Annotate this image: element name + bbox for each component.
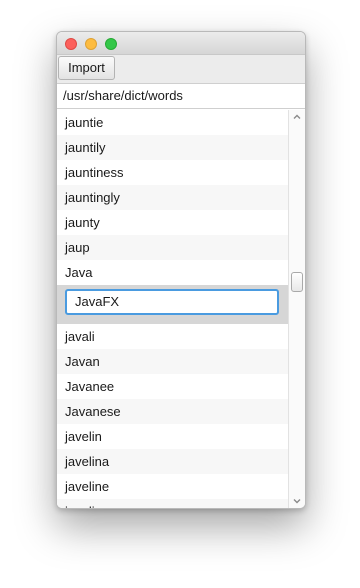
chevron-up-icon[interactable] — [292, 112, 302, 122]
list-item[interactable]: javelina — [57, 449, 288, 474]
maximize-window-button[interactable] — [105, 38, 117, 50]
app-window: Import /usr/share/dict/words jauntie jau… — [56, 31, 306, 509]
list-item[interactable]: javelin — [57, 424, 288, 449]
title-bar[interactable] — [57, 32, 305, 55]
list-item[interactable]: javelineer — [57, 499, 288, 508]
import-button[interactable]: Import — [58, 56, 115, 80]
cell-edit-input[interactable]: JavaFX — [65, 289, 279, 315]
word-list[interactable]: jauntie jauntily jauntiness jauntingly j… — [57, 110, 288, 508]
list-item[interactable]: Java — [57, 260, 288, 285]
list-item[interactable]: jaup — [57, 235, 288, 260]
list-item[interactable]: Javanese — [57, 399, 288, 424]
list-item-editing[interactable]: JavaFX — [57, 285, 288, 324]
list-item[interactable]: jaunty — [57, 210, 288, 235]
chevron-down-icon[interactable] — [292, 496, 302, 506]
close-window-button[interactable] — [65, 38, 77, 50]
list-item[interactable]: jauntingly — [57, 185, 288, 210]
list-item[interactable]: javeline — [57, 474, 288, 499]
list-item[interactable]: jauntily — [57, 135, 288, 160]
list-item[interactable]: Javanee — [57, 374, 288, 399]
scrollbar-thumb[interactable] — [291, 272, 303, 292]
list-item[interactable]: jauntie — [57, 110, 288, 135]
minimize-window-button[interactable] — [85, 38, 97, 50]
toolbar: Import — [57, 55, 305, 84]
vertical-scrollbar[interactable] — [288, 110, 305, 508]
list-item[interactable]: jauntiness — [57, 160, 288, 185]
path-field[interactable]: /usr/share/dict/words — [57, 84, 305, 109]
list-item[interactable]: javali — [57, 324, 288, 349]
list-item[interactable]: Javan — [57, 349, 288, 374]
